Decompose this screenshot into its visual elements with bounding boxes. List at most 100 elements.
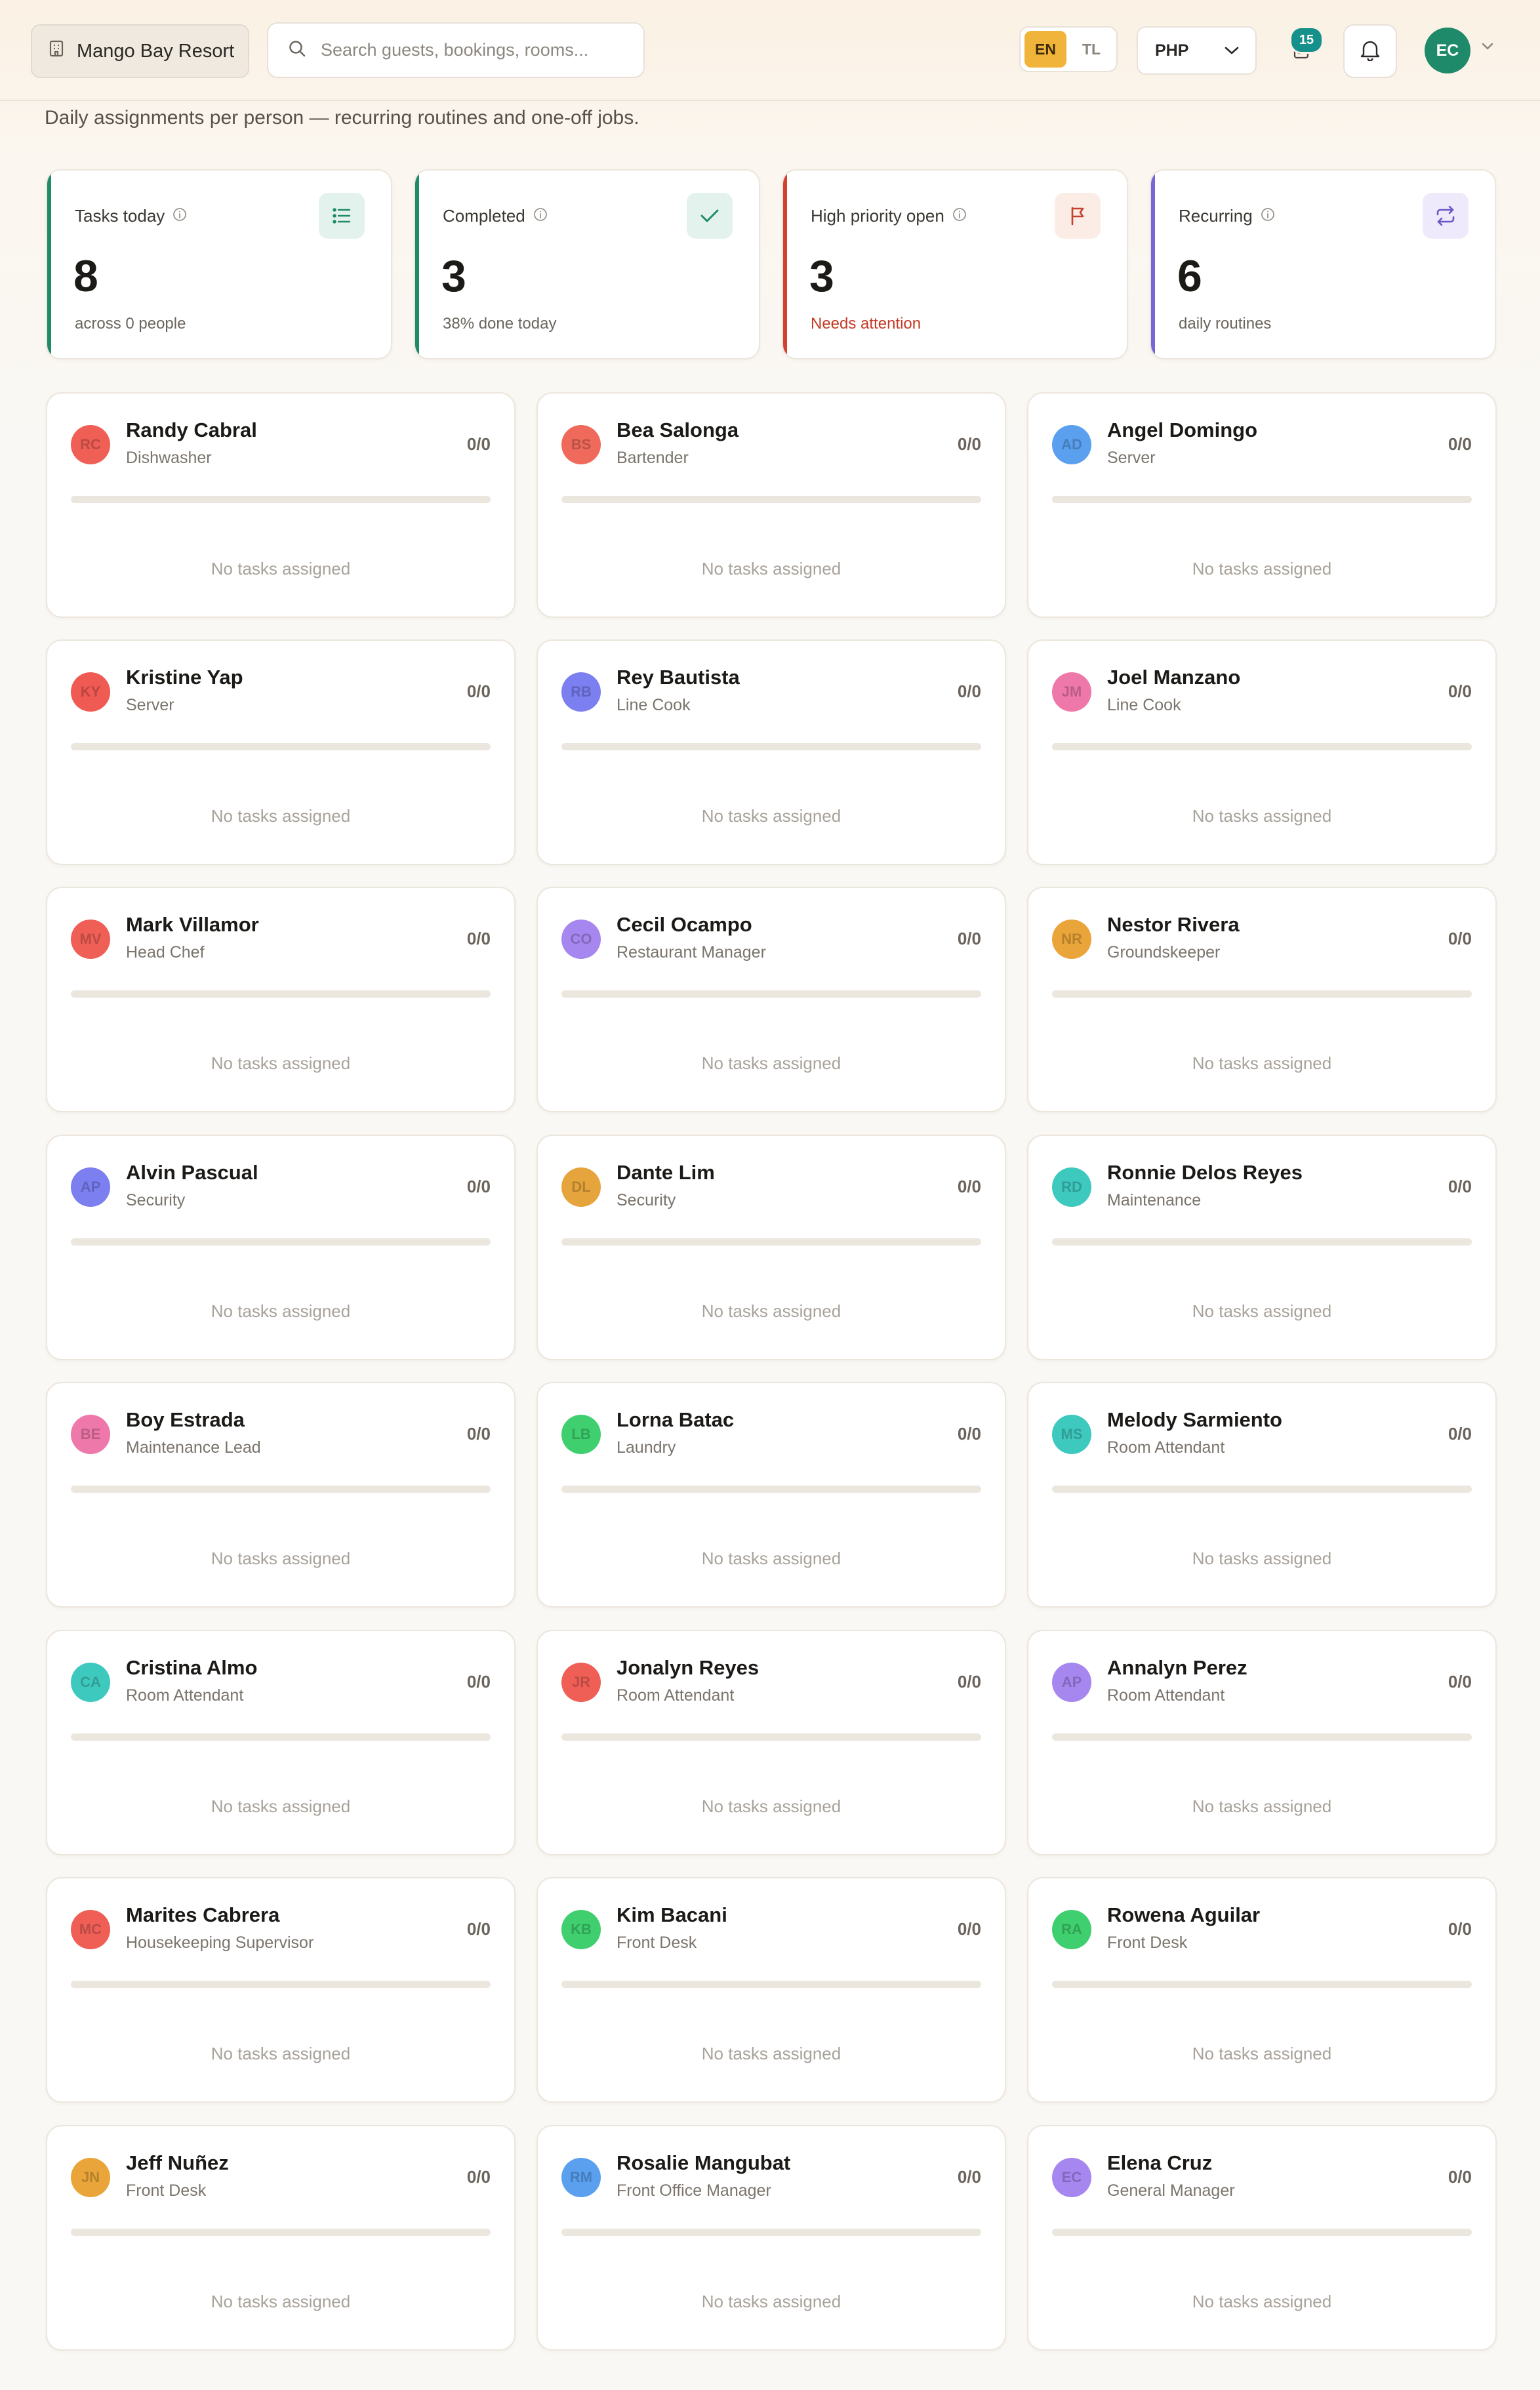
search-box[interactable]	[267, 22, 645, 78]
stat-label-text: Recurring	[1179, 206, 1253, 226]
person-role: Front Desk	[1107, 1934, 1188, 1952]
bell-icon	[1360, 39, 1381, 64]
lang-tl-button[interactable]: TL	[1070, 31, 1112, 68]
empty-state-text: No tasks assigned	[701, 806, 841, 826]
language-toggle: EN TL	[1019, 26, 1118, 72]
person-card[interactable]: DL Dante Lim Security 0/0 No tasks assig…	[537, 1135, 1006, 1360]
property-name: Mango Bay Resort	[77, 40, 235, 62]
person-name: Bea Salonga	[617, 418, 739, 441]
avatar: JM	[1052, 672, 1091, 712]
task-count: 0/0	[1448, 681, 1472, 701]
avatar: RM	[561, 2158, 601, 2197]
empty-state-text: No tasks assigned	[1192, 559, 1332, 578]
progress-bar	[561, 1486, 981, 1493]
task-count: 0/0	[1448, 1672, 1472, 1691]
task-count: 0/0	[957, 2167, 981, 2187]
person-role: Bartender	[617, 449, 689, 467]
stat-accent-bar	[783, 171, 787, 358]
person-card[interactable]: MS Melody Sarmiento Room Attendant 0/0 N…	[1027, 1382, 1497, 1608]
info-icon[interactable]	[1261, 206, 1275, 226]
person-card[interactable]: BS Bea Salonga Bartender 0/0 No tasks as…	[537, 392, 1006, 618]
person-role: Maintenance	[1107, 1191, 1202, 1209]
person-role: Dishwasher	[126, 449, 212, 467]
task-count: 0/0	[957, 1177, 981, 1196]
empty-state-text: No tasks assigned	[211, 1796, 351, 1816]
person-card[interactable]: RM Rosalie Mangubat Front Office Manager…	[537, 2125, 1006, 2351]
person-card[interactable]: CA Cristina Almo Room Attendant 0/0 No t…	[46, 1630, 516, 1855]
empty-state-text: No tasks assigned	[701, 2292, 841, 2311]
currency-value: PHP	[1155, 41, 1189, 60]
task-count: 0/0	[957, 1919, 981, 1939]
person-role: Groundskeeper	[1107, 943, 1221, 962]
currency-select[interactable]: PHP	[1137, 26, 1257, 75]
person-role: Server	[126, 696, 174, 714]
stat-note: daily routines	[1179, 315, 1272, 333]
person-role: Maintenance Lead	[126, 1438, 261, 1457]
list-icon	[319, 193, 365, 239]
empty-state-text: No tasks assigned	[701, 2044, 841, 2063]
person-card[interactable]: EC Elena Cruz General Manager 0/0 No tas…	[1027, 2125, 1497, 2351]
task-count: 0/0	[957, 1672, 981, 1691]
stat-value: 6	[1177, 251, 1202, 301]
empty-state-text: No tasks assigned	[701, 1549, 841, 1568]
flag-icon	[1055, 193, 1101, 239]
person-name: Jonalyn Reyes	[617, 1656, 760, 1679]
avatar: CO	[561, 920, 601, 959]
progress-bar	[1052, 496, 1472, 503]
person-card[interactable]: JM Joel Manzano Line Cook 0/0 No tasks a…	[1027, 639, 1497, 865]
property-selector[interactable]: Mango Bay Resort	[31, 24, 249, 78]
task-count: 0/0	[466, 1919, 491, 1939]
chevron-down-icon[interactable]	[1481, 42, 1494, 54]
task-count: 0/0	[1448, 1424, 1472, 1444]
avatar: RC	[71, 425, 110, 464]
person-name: Rowena Aguilar	[1107, 1903, 1261, 1926]
person-card[interactable]: AP Alvin Pascual Security 0/0 No tasks a…	[46, 1135, 516, 1360]
task-count: 0/0	[466, 2167, 491, 2187]
empty-state-text: No tasks assigned	[211, 1549, 351, 1568]
avatar: NR	[1052, 920, 1091, 959]
person-card[interactable]: RC Randy Cabral Dishwasher 0/0 No tasks …	[46, 392, 516, 618]
task-count: 0/0	[466, 434, 491, 454]
search-input[interactable]	[319, 39, 630, 61]
person-card[interactable]: RD Ronnie Delos Reyes Maintenance 0/0 No…	[1027, 1135, 1497, 1360]
info-icon[interactable]	[952, 206, 967, 226]
progress-bar	[71, 990, 491, 998]
empty-state-text: No tasks assigned	[1192, 2044, 1332, 2063]
avatar: CA	[71, 1663, 110, 1702]
stat-value: 3	[809, 251, 834, 301]
person-card[interactable]: JN Jeff Nuñez Front Desk 0/0 No tasks as…	[46, 2125, 516, 2351]
person-card[interactable]: KY Kristine Yap Server 0/0 No tasks assi…	[46, 639, 516, 865]
avatar: AP	[1052, 1663, 1091, 1702]
lang-en-button[interactable]: EN	[1024, 31, 1066, 68]
person-card[interactable]: AD Angel Domingo Server 0/0 No tasks ass…	[1027, 392, 1497, 618]
progress-bar	[71, 1486, 491, 1493]
task-count: 0/0	[957, 434, 981, 454]
person-card[interactable]: KB Kim Bacani Front Desk 0/0 No tasks as…	[537, 1877, 1006, 2103]
person-role: Room Attendant	[617, 1686, 735, 1705]
person-role: Room Attendant	[1107, 1438, 1225, 1457]
person-card[interactable]: CO Cecil Ocampo Restaurant Manager 0/0 N…	[537, 887, 1006, 1112]
person-card[interactable]: LB Lorna Batac Laundry 0/0 No tasks assi…	[537, 1382, 1006, 1608]
person-card[interactable]: MC Marites Cabrera Housekeeping Supervis…	[46, 1877, 516, 2103]
person-card[interactable]: AP Annalyn Perez Room Attendant 0/0 No t…	[1027, 1630, 1497, 1855]
notifications-button[interactable]	[1343, 24, 1397, 78]
person-name: Alvin Pascual	[126, 1161, 258, 1184]
tasks-count-badge: 15	[1289, 26, 1324, 54]
person-name: Joel Manzano	[1107, 666, 1241, 689]
person-card[interactable]: MV Mark Villamor Head Chef 0/0 No tasks …	[46, 887, 516, 1112]
person-card[interactable]: BE Boy Estrada Maintenance Lead 0/0 No t…	[46, 1382, 516, 1608]
person-card[interactable]: RA Rowena Aguilar Front Desk 0/0 No task…	[1027, 1877, 1497, 2103]
task-count: 0/0	[1448, 2167, 1472, 2187]
person-card[interactable]: RB Rey Bautista Line Cook 0/0 No tasks a…	[537, 639, 1006, 865]
person-card[interactable]: NR Nestor Rivera Groundskeeper 0/0 No ta…	[1027, 887, 1497, 1112]
person-name: Dante Lim	[617, 1161, 715, 1184]
stat-accent-bar	[415, 171, 419, 358]
task-count: 0/0	[466, 1177, 491, 1196]
user-avatar[interactable]: EC	[1425, 28, 1470, 73]
info-icon[interactable]	[533, 206, 548, 226]
person-name: Elena Cruz	[1107, 2151, 1213, 2174]
person-name: Mark Villamor	[126, 913, 259, 936]
info-icon[interactable]	[172, 206, 187, 226]
avatar: BS	[561, 425, 601, 464]
person-card[interactable]: JR Jonalyn Reyes Room Attendant 0/0 No t…	[537, 1630, 1006, 1855]
